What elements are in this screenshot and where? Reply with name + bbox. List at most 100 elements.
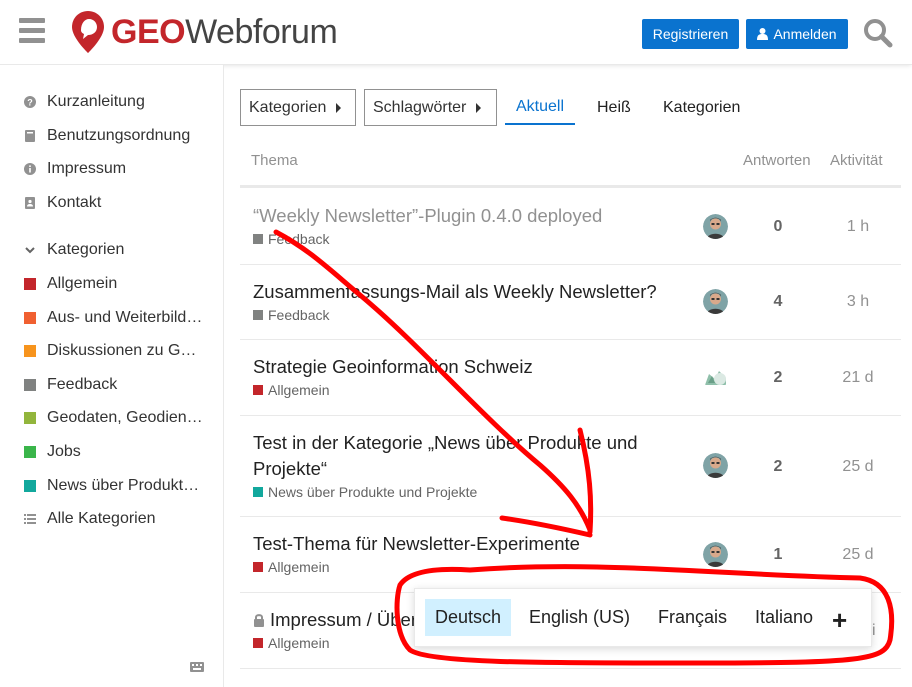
list-header-divider — [240, 185, 901, 188]
tab-kategorien[interactable]: Kategorien — [663, 90, 740, 125]
site-logo[interactable]: GEOWebforum — [71, 10, 338, 54]
map-pin-icon — [72, 11, 104, 53]
category-color-swatch — [24, 446, 36, 458]
avatar[interactable] — [703, 289, 728, 314]
category-color-swatch — [24, 345, 36, 357]
avatar[interactable] — [703, 365, 728, 390]
sidebar-all-categories[interactable]: Alle Kategorien — [24, 508, 203, 530]
sidebar-category-jobs[interactable]: Jobs — [24, 441, 203, 463]
column-header-topic[interactable]: Thema — [251, 152, 298, 169]
site-header: GEOWebforum Registrieren Anmelden — [0, 0, 912, 65]
categories-dropdown[interactable]: Kategorien — [240, 89, 356, 126]
topic-category-label: News über Produkte und Projekte — [268, 484, 478, 500]
svg-text:?: ? — [27, 98, 33, 108]
login-label: Anmelden — [773, 26, 837, 42]
category-color-swatch — [24, 412, 36, 424]
sidebar-category-label: Diskussionen zu Geoinformation — [47, 342, 203, 359]
sidebar-link-label: Kontakt — [47, 194, 102, 211]
sidebar-category-geodaten[interactable]: Geodaten, Geodienste — [24, 407, 203, 429]
topic-title-link[interactable]: Test in der Kategorie „News über Produkt… — [253, 430, 673, 482]
topic-title-link[interactable]: “Weekly Newsletter”-Plugin 0.4.0 deploye… — [253, 203, 673, 229]
category-color-swatch — [253, 487, 263, 497]
language-option-italiano[interactable]: Italiano — [745, 599, 823, 636]
avatar[interactable] — [703, 453, 728, 478]
sidebar-link-label: Kurzanleitung — [47, 93, 145, 110]
category-color-swatch — [253, 310, 263, 320]
sidebar-category-diskussionen[interactable]: Diskussionen zu Geoinformation — [24, 340, 203, 362]
topic-category-badge[interactable]: Allgemein — [253, 559, 329, 575]
topic-activity-time[interactable]: 3 h — [830, 293, 886, 311]
sidebar-all-categories-label: Alle Kategorien — [47, 510, 156, 527]
row-divider — [240, 415, 901, 416]
language-option-english[interactable]: English (US) — [519, 599, 640, 636]
topic-replies-count: 1 — [773, 546, 783, 563]
topic-title-link[interactable]: Test-Thema für Newsletter-Experimente — [253, 531, 673, 557]
sidebar-link-impressum[interactable]: Impressum — [24, 158, 203, 180]
sidebar-categories-toggle[interactable]: Kategorien — [24, 239, 203, 261]
sidebar-link-kontakt[interactable]: Kontakt — [24, 192, 203, 214]
column-header-replies[interactable]: Antworten — [743, 152, 811, 169]
avatar[interactable] — [703, 542, 728, 567]
category-color-swatch — [24, 480, 36, 492]
topic-activity-time[interactable]: 25 d — [830, 546, 886, 564]
tab-aktuell[interactable]: Aktuell — [505, 90, 576, 125]
avatar[interactable] — [703, 214, 728, 239]
topic-title-link[interactable]: Impressum / Über — [270, 607, 420, 633]
topic-replies-count: 2 — [773, 458, 783, 475]
row-divider — [240, 668, 901, 669]
topic-activity-time[interactable]: 1 h — [830, 218, 886, 236]
sidebar-category-label: Geodaten, Geodienste — [47, 409, 203, 426]
question-circle-icon: ? — [24, 96, 36, 108]
topic-category-badge[interactable]: News über Produkte und Projekte — [253, 484, 477, 500]
category-color-swatch — [24, 312, 36, 324]
topic-category-label: Allgemein — [268, 635, 330, 651]
sidebar-categories-header: Kategorien — [47, 241, 125, 258]
column-header-activity[interactable]: Aktivität — [830, 152, 883, 169]
sidebar-link-kurzanleitung[interactable]: ? Kurzanleitung — [24, 91, 203, 113]
chevron-down-icon — [24, 244, 36, 256]
login-button[interactable]: Anmelden — [746, 19, 848, 49]
topic-category-label: Allgemein — [268, 559, 330, 575]
topic-activity-time[interactable]: 21 d — [830, 369, 886, 387]
tab-heiss[interactable]: Heiß — [597, 90, 631, 125]
sidebar-category-label: Aus- und Weiterbildung — [47, 309, 203, 326]
address-card-icon — [24, 197, 36, 209]
row-divider — [240, 339, 901, 340]
sidebar-category-allgemein[interactable]: Allgemein — [24, 273, 203, 295]
categories-dropdown-label: Kategorien — [249, 98, 327, 116]
sidebar-category-news[interactable]: News über Produkte und Projekte — [24, 475, 203, 497]
topic-category-badge[interactable]: Allgemein — [253, 635, 329, 651]
tags-dropdown[interactable]: Schlagwörter — [364, 89, 497, 126]
language-option-deutsch[interactable]: Deutsch — [425, 599, 512, 636]
topic-category-badge[interactable]: Feedback — [253, 231, 329, 247]
search-icon[interactable] — [863, 18, 893, 48]
book-icon — [24, 130, 36, 142]
sidebar-link-benutzungsordnung[interactable]: Benutzungsordnung — [24, 125, 203, 147]
row-divider — [240, 516, 901, 517]
language-option-francais[interactable]: Français — [648, 599, 737, 636]
hamburger-menu-icon[interactable] — [19, 18, 45, 44]
lock-icon — [254, 614, 264, 627]
topic-category-label: Feedback — [268, 231, 330, 247]
topic-category-badge[interactable]: Allgemein — [253, 382, 329, 398]
keyboard-shortcuts-icon[interactable] — [190, 659, 204, 672]
category-color-swatch — [253, 638, 263, 648]
category-color-swatch — [253, 234, 263, 244]
list-icon — [24, 513, 36, 525]
topic-activity-time[interactable]: 25 d — [830, 458, 886, 476]
topic-replies-count: 0 — [773, 218, 783, 235]
sidebar-category-aus-und-weiterbildung[interactable]: Aus- und Weiterbildung — [24, 307, 203, 329]
topic-title-link[interactable]: Strategie Geoinformation Schweiz — [253, 354, 673, 380]
sidebar-link-label: Impressum — [47, 160, 127, 177]
category-color-swatch — [24, 278, 36, 290]
sidebar-link-label: Benutzungsordnung — [47, 127, 191, 144]
register-button[interactable]: Registrieren — [642, 19, 739, 49]
topic-title-link[interactable]: Zusammenfassungs-Mail als Weekly Newslet… — [253, 279, 673, 305]
logo-geo-text: GEO — [111, 13, 186, 51]
sidebar-category-feedback[interactable]: Feedback — [24, 374, 203, 396]
add-language-button[interactable]: + — [832, 605, 847, 636]
topic-category-label: Feedback — [268, 307, 330, 323]
sidebar-category-label: Jobs — [47, 443, 81, 460]
topic-replies-count: 4 — [773, 293, 783, 310]
topic-category-badge[interactable]: Feedback — [253, 307, 329, 323]
